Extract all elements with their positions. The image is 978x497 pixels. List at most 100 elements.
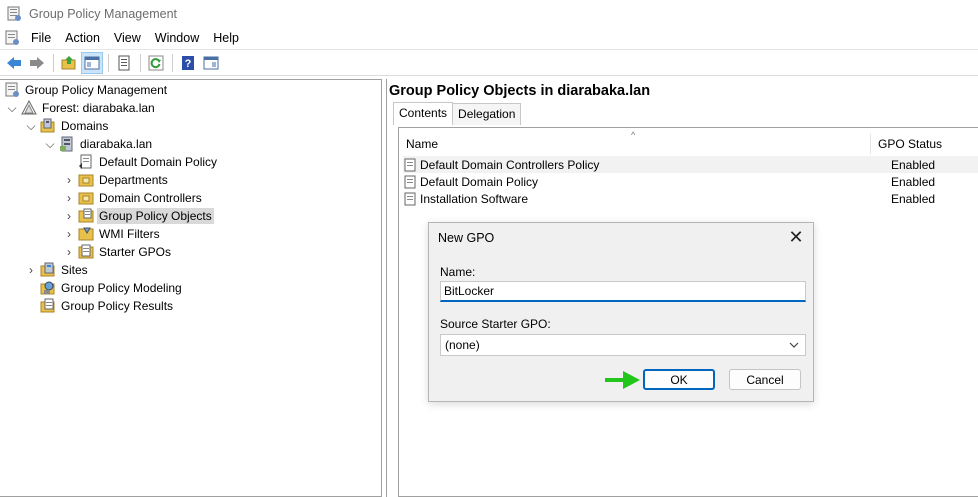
tree-item-label: Group Policy Management [25, 83, 168, 97]
forward-button[interactable] [26, 52, 48, 74]
gpo-icon [404, 158, 416, 171]
gpo-status: Enabled [891, 174, 936, 189]
tree-item-departments[interactable]: › Departments [63, 171, 170, 189]
system-menu-icon[interactable] [4, 30, 20, 46]
tree-item-label: Departments [99, 173, 168, 187]
tree-item-sites[interactable]: › Sites [25, 261, 90, 279]
tree-item-modeling[interactable]: Group Policy Modeling [40, 279, 184, 297]
up-folder-icon [61, 55, 76, 69]
gpo-name: Default Domain Policy [420, 174, 539, 189]
chevron-down-icon[interactable]: ⌵ [44, 135, 56, 153]
tree-item-default-domain-policy[interactable]: Default Domain Policy [78, 153, 219, 171]
chevron-right-icon[interactable]: › [25, 261, 37, 279]
console-tree: Group Policy Management ⌵ Forest: diarab… [0, 79, 382, 497]
tree-item-label: Forest: diarabaka.lan [42, 101, 155, 115]
source-starter-gpo-select[interactable]: (none) [440, 334, 806, 356]
forward-arrow-icon [30, 56, 44, 69]
tree-item-starter-gpos[interactable]: › Starter GPOs [63, 243, 173, 261]
console-button[interactable] [200, 52, 222, 74]
refresh-button[interactable] [145, 52, 167, 74]
tree-item-domains[interactable]: ⌵ Domains [25, 117, 110, 135]
gpo-name: Installation Software [420, 191, 529, 206]
tree-item-results[interactable]: Group Policy Results [40, 297, 175, 315]
column-status-label: GPO Status [878, 137, 943, 151]
selected-option: (none) [445, 338, 480, 352]
toolbar-separator [53, 53, 54, 72]
back-arrow-icon [7, 56, 21, 69]
console-icon [203, 56, 219, 69]
chevron-right-icon[interactable]: › [63, 243, 75, 261]
help-button[interactable]: ? [177, 52, 199, 74]
tree-item-domain-controllers[interactable]: › Domain Controllers [63, 189, 204, 207]
chevron-right-icon[interactable]: › [63, 171, 75, 189]
show-hide-tree-button[interactable] [81, 51, 103, 74]
ok-button[interactable]: OK [643, 369, 715, 390]
toolbar-separator [108, 53, 109, 72]
column-header-status[interactable]: GPO Status [871, 134, 942, 154]
modeling-icon [40, 281, 55, 295]
tree-item-wmi-filters[interactable]: › WMI Filters [63, 225, 162, 243]
menu-file[interactable]: File [24, 28, 58, 48]
toolbar-separator [172, 53, 173, 72]
name-label: Name: [440, 265, 476, 279]
results-icon [40, 298, 55, 313]
gpo-status: Enabled [891, 191, 936, 206]
domain-icon [60, 136, 73, 152]
gpo-status: Enabled [891, 157, 936, 172]
menu-bar: File Action View Window Help [0, 28, 978, 48]
tree-item-forest[interactable]: ⌵ Forest: diarabaka.lan [6, 99, 157, 117]
ou-folder-icon [78, 192, 94, 205]
up-level-button[interactable] [58, 52, 80, 74]
tree-item-label: Sites [61, 263, 88, 277]
tree-item-label: WMI Filters [99, 227, 160, 241]
list-header: ^ Name GPO Status [399, 130, 978, 154]
tree-item-label: Starter GPOs [99, 245, 172, 259]
tree-item-root[interactable]: Group Policy Management [4, 81, 169, 99]
tree-item-label: Domain Controllers [99, 191, 202, 205]
tree-item-group-policy-objects[interactable]: › Group Policy Objects [63, 207, 214, 225]
properties-button[interactable] [113, 52, 135, 74]
column-header-name[interactable]: ^ Name [399, 130, 871, 154]
title-bar: Group Policy Management [0, 0, 978, 28]
table-row[interactable]: Default Domain Controllers Policy Enable… [403, 156, 978, 173]
tab-strip: Contents Delegation [393, 102, 522, 125]
window-title: Group Policy Management [29, 7, 177, 21]
gpmc-icon [5, 82, 19, 97]
chevron-right-icon[interactable]: › [63, 225, 75, 243]
toolbar: ? [0, 49, 978, 76]
dialog-title: New GPO [438, 231, 495, 245]
wmi-folder-icon [78, 227, 94, 241]
chevron-down-icon[interactable]: ⌵ [6, 99, 18, 117]
tree-item-domain[interactable]: ⌵ diarabaka.lan [44, 135, 154, 153]
chevron-down-icon [789, 342, 799, 348]
gpo-name-input[interactable] [440, 281, 806, 302]
tab-contents[interactable]: Contents [393, 102, 454, 125]
green-arrow-icon [605, 371, 640, 389]
sort-ascending-icon: ^ [631, 130, 636, 140]
menu-action[interactable]: Action [58, 28, 107, 48]
ou-folder-icon [78, 174, 94, 187]
help-icon: ? [182, 55, 194, 70]
properties-icon [118, 55, 130, 70]
chevron-right-icon[interactable]: › [63, 207, 75, 225]
tab-delegation[interactable]: Delegation [452, 103, 522, 125]
menu-view[interactable]: View [107, 28, 148, 48]
cancel-button[interactable]: Cancel [729, 369, 801, 390]
table-row[interactable]: Installation Software Enabled [403, 190, 978, 207]
tree-item-label: Domains [61, 119, 109, 133]
menu-help[interactable]: Help [206, 28, 246, 48]
menu-window[interactable]: Window [148, 28, 206, 48]
chevron-down-icon[interactable]: ⌵ [25, 117, 37, 135]
page-title: Group Policy Objects in diarabaka.lan [389, 83, 651, 99]
tree-item-label: Group Policy Results [61, 299, 174, 313]
column-name-label: Name [406, 137, 439, 151]
close-icon[interactable]: ✕ [787, 228, 805, 246]
gpo-icon [404, 192, 416, 205]
table-row[interactable]: Default Domain Policy Enabled [403, 173, 978, 190]
chevron-right-icon[interactable]: › [63, 189, 75, 207]
back-button[interactable] [3, 52, 25, 74]
forest-icon [21, 100, 37, 115]
svg-text:?: ? [185, 58, 192, 70]
gpo-link-icon [79, 154, 92, 169]
toolbar-separator [140, 53, 141, 72]
